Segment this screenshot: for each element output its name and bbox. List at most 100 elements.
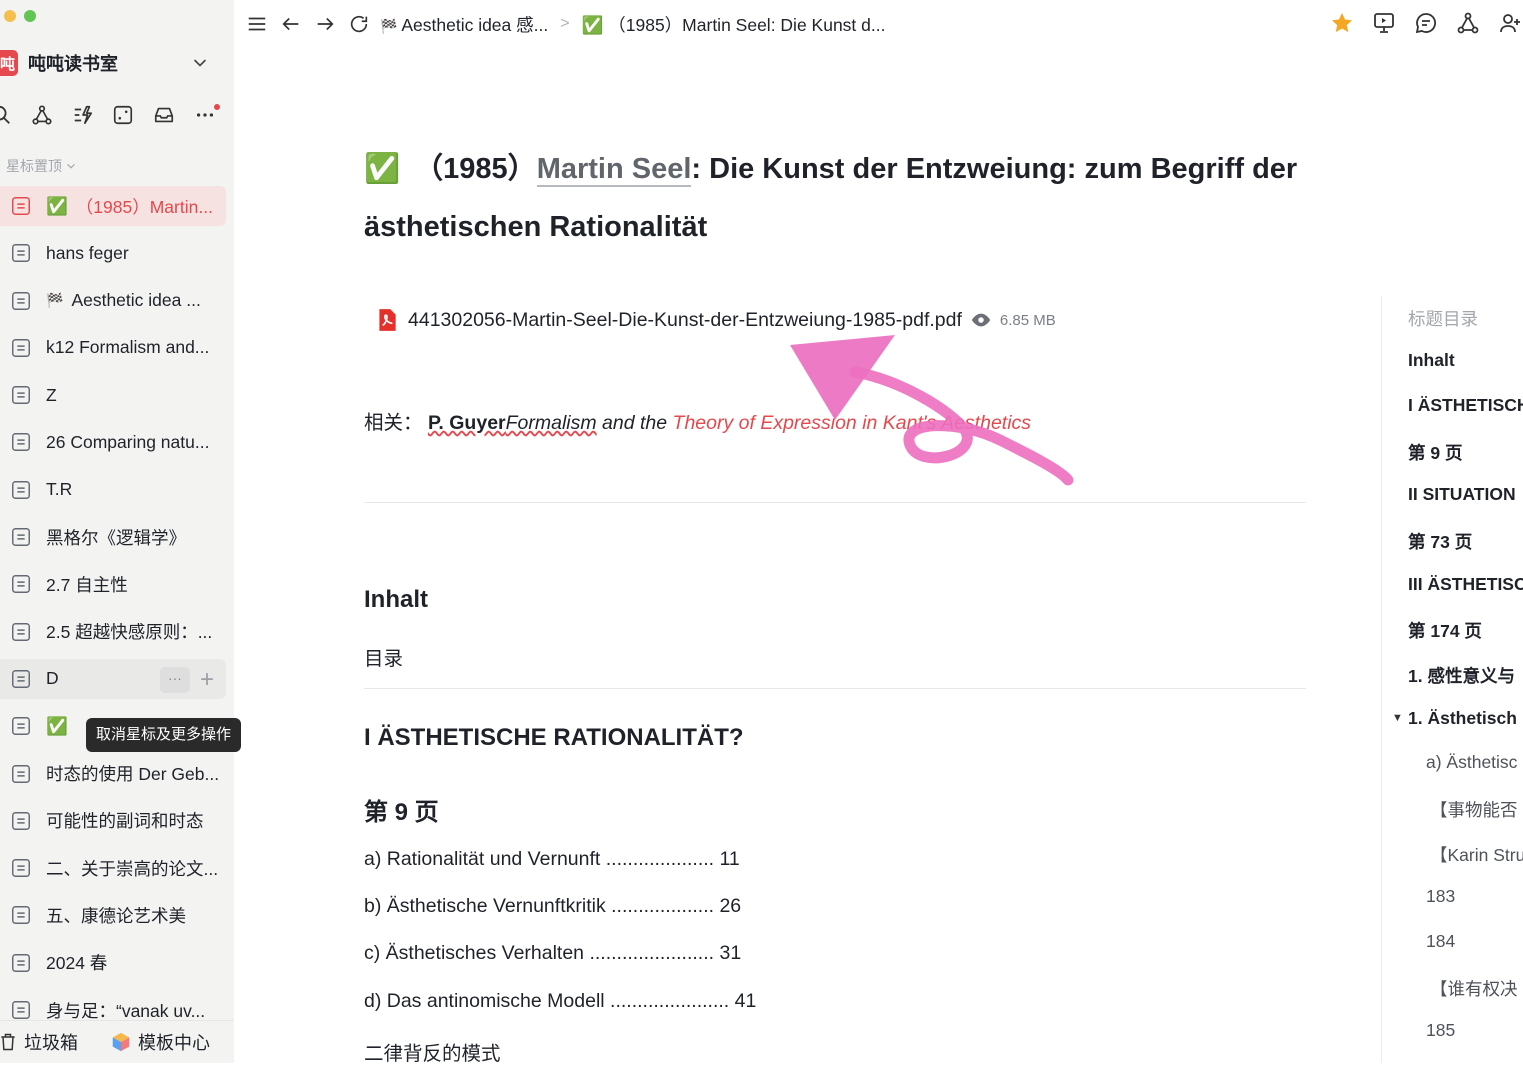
workspace-name: 吨吨读书室 [28, 54, 118, 74]
outline-item[interactable]: II SITUATION [1408, 484, 1516, 505]
sidebar-toolbar [0, 100, 226, 130]
template-center-button[interactable]: 模板中心 [110, 1029, 210, 1055]
comment-icon[interactable] [1413, 10, 1439, 36]
search-icon[interactable] [0, 102, 14, 128]
related-label: 相关： [364, 412, 423, 434]
arrow-right-icon[interactable] [314, 13, 336, 35]
graph-icon[interactable] [29, 102, 55, 128]
sidebar-item[interactable]: 26 Comparing natu... [0, 422, 226, 462]
add-subpage-button[interactable]: + [200, 667, 214, 692]
outline-item[interactable]: Inhalt [1408, 350, 1455, 371]
sidebar-item[interactable]: T.R [0, 470, 226, 510]
inbox-icon[interactable] [151, 102, 177, 128]
sidebar-item[interactable]: 二、关于崇高的论文... [0, 848, 226, 888]
related-author-link[interactable]: P. Guyer [428, 412, 506, 434]
outline-item[interactable]: 1. 感性意义与 [1408, 663, 1515, 688]
quick-actions-icon[interactable] [70, 102, 96, 128]
item-actions: ··· + [159, 666, 214, 693]
menu-icon[interactable] [246, 13, 268, 35]
document-icon [12, 575, 30, 594]
star-icon[interactable] [1329, 10, 1355, 36]
document-icon [12, 338, 30, 357]
outline-item[interactable]: 【谁有权决 [1430, 976, 1518, 1001]
outline-item[interactable]: 第 73 页 [1408, 529, 1472, 554]
outline-panel: 标题目录 Inhalt I ÄSTHETISCHE 第 9 页 II SITUA… [1381, 296, 1523, 1063]
trash-label: 垃圾箱 [24, 1033, 78, 1053]
trash-button[interactable]: 垃圾箱 [0, 1029, 78, 1055]
presentation-icon[interactable] [1371, 10, 1397, 36]
sidebar-item[interactable]: 五、康德论艺术美 [0, 895, 226, 935]
outline-item[interactable]: 第 174 页 [1408, 618, 1482, 643]
sidebar-item[interactable]: k12 Formalism and... [0, 328, 226, 368]
sidebar-footer: 垃圾箱 模板中心 [0, 1020, 234, 1063]
template-center-label: 模板中心 [138, 1033, 210, 1053]
outline-item[interactable]: 183 [1426, 886, 1455, 907]
starred-section-header[interactable]: 星标置顶 [6, 156, 78, 176]
page-title[interactable]: ✅ （1985）Martin Seel: Die Kunst der Entzw… [364, 140, 1309, 256]
breadcrumb-item[interactable]: 🏁 Aesthetic idea 感... [380, 12, 548, 37]
pdf-attachment[interactable]: 441302056-Martin-Seel-Die-Kunst-der-Entz… [374, 306, 1056, 334]
sidebar-item-label: D [46, 668, 59, 689]
related-theory-link[interactable]: Theory of Expression in Kant's Aesthetic… [673, 412, 1032, 434]
caret-down-icon[interactable]: ▼ [1392, 712, 1403, 724]
window-controls [4, 10, 36, 22]
paragraph-last: 二律背反的模式 [364, 1043, 501, 1065]
sidebar-item[interactable]: hans feger [0, 233, 226, 273]
sidebar-item[interactable]: 2.5 超越快感原则：... [0, 612, 226, 652]
outline-item[interactable]: a) Ästhetisc [1426, 752, 1517, 773]
breadcrumb-separator: > [560, 15, 570, 32]
toc-line: a) Rationalität und Vernunft ...........… [364, 848, 740, 870]
outline-item[interactable]: 1. Ästhetisch [1408, 708, 1517, 729]
add-user-icon[interactable] [1497, 10, 1523, 36]
eye-icon[interactable] [970, 309, 992, 331]
outline-item[interactable]: 184 [1426, 931, 1455, 952]
sidebar-item[interactable]: 🏁 Aesthetic idea ... [0, 281, 226, 321]
sidebar-item[interactable]: ✅ （1985）Martin... [0, 186, 226, 226]
sidebar-item-label: Aesthetic idea ... [71, 290, 201, 311]
more-actions-button[interactable]: ··· [159, 666, 190, 693]
top-actions [1329, 10, 1523, 36]
outline-title: 标题目录 [1408, 309, 1478, 329]
random-icon[interactable] [110, 102, 136, 128]
sidebar-item[interactable]: 2.7 自主性 [0, 564, 226, 604]
outline-item[interactable]: 【Karin Stru [1430, 842, 1523, 867]
breadcrumb-label: Aesthetic idea 感... [401, 14, 549, 35]
check-emoji-icon: ✅ [581, 14, 604, 35]
sidebar-item[interactable]: D ··· + [0, 658, 226, 699]
toc-line: b) Ästhetische Vernunftkritik ..........… [364, 895, 742, 917]
sidebar-item[interactable]: 黑格尔《逻辑学》 [0, 517, 226, 557]
attachment-size: 6.85 MB [999, 311, 1056, 329]
minimize-button[interactable] [4, 10, 16, 22]
sidebar-item-label: hans feger [46, 242, 129, 263]
sidebar-item-label: Z [46, 384, 57, 405]
document-icon [12, 906, 30, 925]
sidebar-item-label: 二、关于崇高的论文... [46, 858, 219, 879]
more-icon[interactable] [192, 102, 220, 128]
outline-item[interactable]: 185 [1426, 1020, 1455, 1041]
graph-icon[interactable] [1455, 10, 1481, 36]
checkered-flag-icon: 🏁 [380, 17, 398, 34]
heading-section-1: I ÄSTHETISCHE RATIONALITÄT? [364, 724, 744, 751]
refresh-icon[interactable] [348, 13, 370, 35]
related-formalism-link[interactable]: Formalism [506, 412, 597, 434]
outline-item[interactable]: I ÄSTHETISCHE [1408, 395, 1523, 416]
title-rest: : Die Kunst der Entzweiung: zum Begriff … [691, 153, 1298, 185]
sidebar-item[interactable]: 时态的使用 Der Geb... [0, 754, 226, 794]
chevron-down-icon [194, 59, 206, 67]
sidebar-item[interactable]: 可能性的副词和时态 [0, 801, 226, 841]
pdf-icon [379, 309, 396, 331]
workspace-switcher[interactable]: 吨 吨吨读书室 [0, 48, 226, 78]
outline-item[interactable]: 【事物能否 [1430, 797, 1518, 822]
sidebar-item-label: 可能性的副词和时态 [46, 811, 204, 832]
sidebar-item[interactable]: 2024 春 [0, 943, 226, 983]
document-icon [12, 480, 30, 499]
arrow-left-icon[interactable] [280, 13, 302, 35]
zoom-button[interactable] [24, 10, 36, 22]
outline-item[interactable]: 第 9 页 [1408, 440, 1462, 465]
title-link[interactable]: Martin Seel [536, 153, 692, 187]
outline-item[interactable]: III ÄSTHETISC [1408, 574, 1523, 595]
breadcrumb-item[interactable]: ✅ （1985）Martin Seel: Die Kunst d... [582, 12, 886, 37]
sidebar-item[interactable]: Z [0, 375, 226, 415]
tooltip: 取消星标及更多操作 [86, 718, 242, 752]
breadcrumb: 🏁 Aesthetic idea 感... > ✅ （1985）Martin S… [380, 12, 885, 37]
